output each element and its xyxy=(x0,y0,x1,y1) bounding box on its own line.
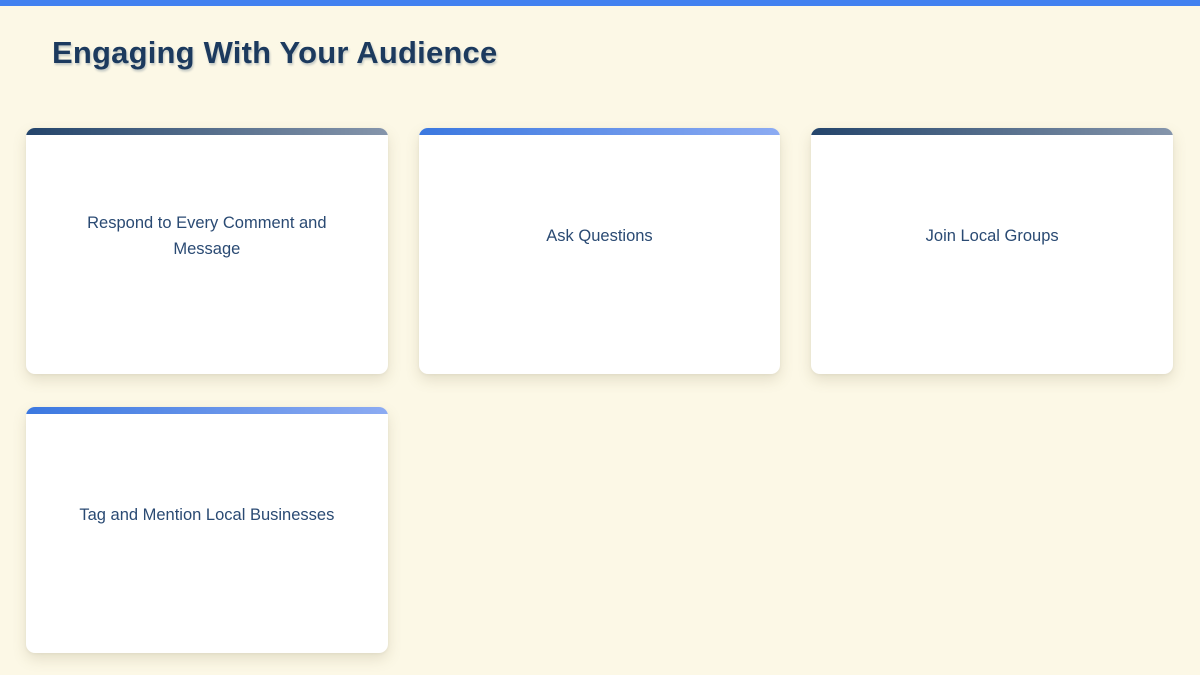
card-tag-mention-businesses[interactable]: Tag and Mention Local Businesses xyxy=(26,407,388,653)
card-accent-bar xyxy=(811,128,1173,135)
card-body: Ask Questions xyxy=(419,135,781,374)
card-label: Tag and Mention Local Businesses xyxy=(79,502,334,528)
card-body: Join Local Groups xyxy=(811,135,1173,374)
card-respond-comments[interactable]: Respond to Every Comment and Message xyxy=(26,128,388,374)
page-title: Engaging With Your Audience xyxy=(52,33,1200,72)
card-accent-bar xyxy=(419,128,781,135)
top-accent-bar xyxy=(0,0,1200,6)
card-label: Ask Questions xyxy=(546,223,652,249)
card-label: Respond to Every Comment and Message xyxy=(66,210,348,262)
card-join-local-groups[interactable]: Join Local Groups xyxy=(811,128,1173,374)
card-accent-bar xyxy=(26,128,388,135)
cards-grid: Respond to Every Comment and Message Ask… xyxy=(26,128,1173,653)
card-ask-questions[interactable]: Ask Questions xyxy=(419,128,781,374)
card-label: Join Local Groups xyxy=(926,223,1059,249)
card-body: Respond to Every Comment and Message xyxy=(26,135,388,374)
card-body: Tag and Mention Local Businesses xyxy=(26,414,388,653)
card-accent-bar xyxy=(26,407,388,414)
